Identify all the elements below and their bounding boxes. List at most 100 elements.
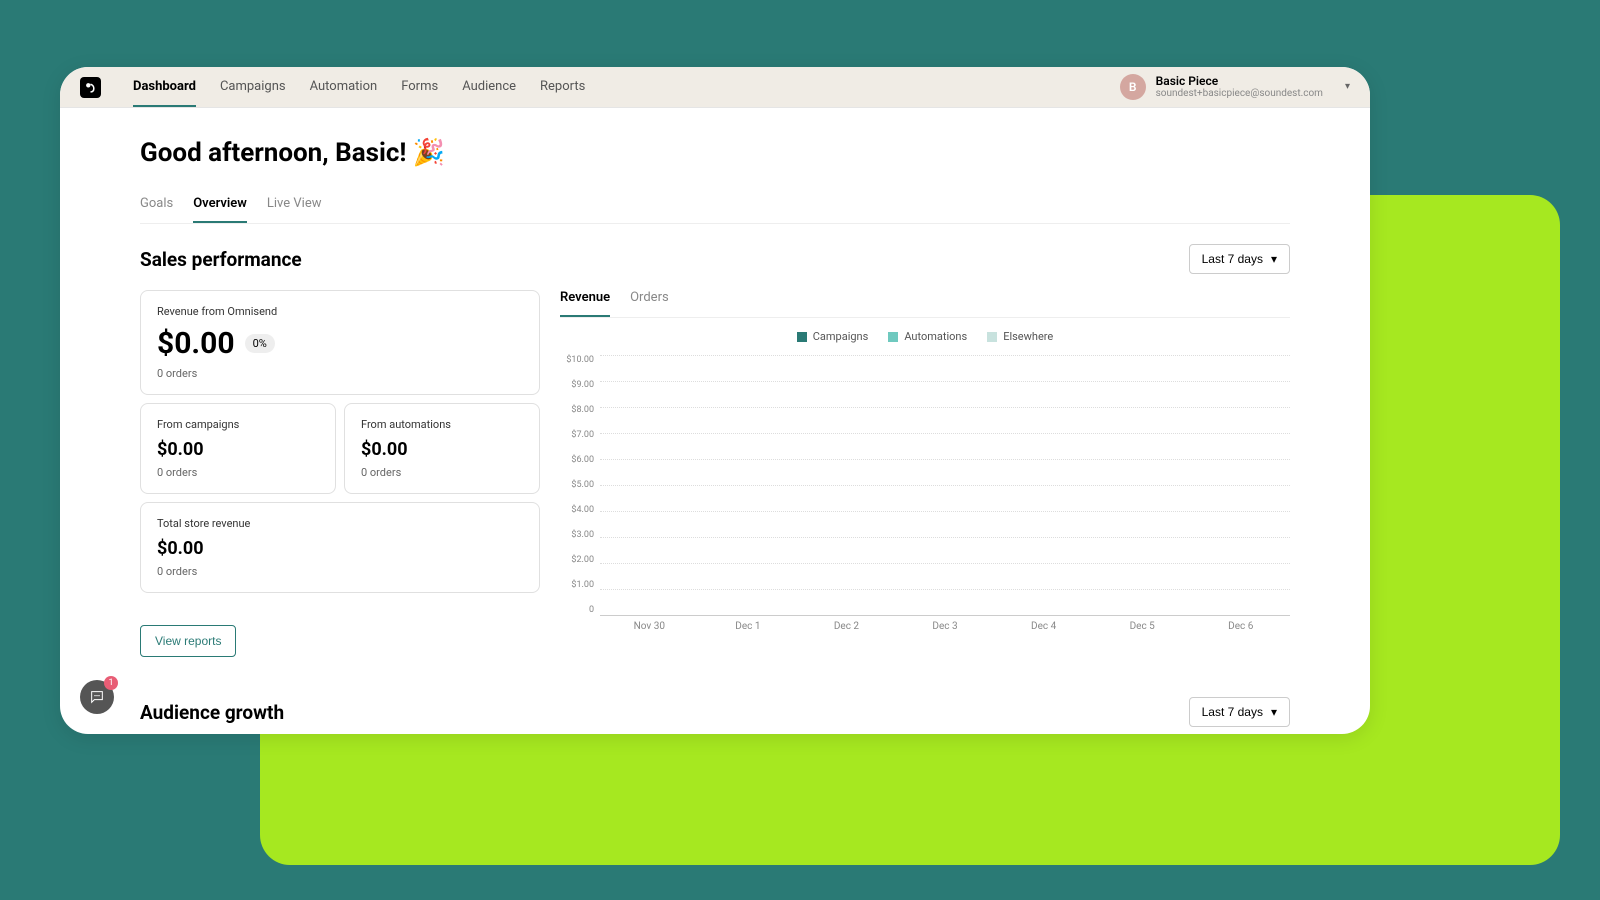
total-store-card: Total store revenue $0.00 0 orders: [140, 502, 540, 593]
tab-goals[interactable]: Goals: [140, 196, 173, 223]
metric-cards-column: Revenue from Omnisend $0.00 0% 0 orders …: [140, 290, 540, 657]
page-title: Good afternoon, Basic! 🎉: [140, 138, 1290, 168]
grid-line: [600, 433, 1290, 434]
chart-tab-orders[interactable]: Orders: [630, 290, 669, 317]
legend-swatch: [797, 332, 807, 342]
card-value: $0.00 0%: [157, 326, 523, 361]
card-orders: 0 orders: [361, 466, 523, 479]
y-tick: $3.00: [560, 530, 594, 540]
sales-section-title: Sales performance: [140, 248, 302, 271]
y-tick: $8.00: [560, 405, 594, 415]
range-label: Last 7 days: [1202, 705, 1263, 719]
y-tick: $10.00: [560, 355, 594, 365]
legend-label: Campaigns: [813, 330, 869, 343]
avatar: B: [1120, 74, 1146, 100]
range-label: Last 7 days: [1202, 252, 1263, 266]
grid-line: [600, 511, 1290, 512]
card-label: From automations: [361, 418, 523, 431]
legend-automations: Automations: [888, 330, 967, 343]
card-orders: 0 orders: [157, 466, 319, 479]
account-text: Basic Piece soundest+basicpiece@soundest…: [1156, 74, 1323, 100]
y-tick: $6.00: [560, 455, 594, 465]
nav-forms[interactable]: Forms: [401, 67, 438, 107]
nav-reports[interactable]: Reports: [540, 67, 585, 107]
y-tick: $9.00: [560, 380, 594, 390]
content: Good afternoon, Basic! 🎉 Goals Overview …: [60, 108, 1370, 734]
app-window: Dashboard Campaigns Automation Forms Aud…: [60, 67, 1370, 734]
grid-line: [600, 615, 1290, 616]
topbar: Dashboard Campaigns Automation Forms Aud…: [60, 67, 1370, 108]
grid-line: [600, 355, 1290, 356]
chart-legend: Campaigns Automations Elsewhere: [560, 330, 1290, 343]
nav-automation[interactable]: Automation: [310, 67, 378, 107]
chart-y-axis: $10.00 $9.00 $8.00 $7.00 $6.00 $5.00 $4.00 $3.0…: [560, 355, 600, 615]
card-value: $0.00: [361, 439, 523, 460]
app-logo[interactable]: [80, 77, 101, 98]
account-email: soundest+basicpiece@soundest.com: [1156, 88, 1323, 100]
legend-label: Elsewhere: [1003, 330, 1053, 343]
y-tick: $4.00: [560, 505, 594, 515]
grid-line: [600, 563, 1290, 564]
chart-body: $10.00 $9.00 $8.00 $7.00 $6.00 $5.00 $4.00 $3.0…: [560, 355, 1290, 615]
revenue-omnisend-card: Revenue from Omnisend $0.00 0% 0 orders: [140, 290, 540, 395]
y-tick: $1.00: [560, 580, 594, 590]
y-tick: $5.00: [560, 480, 594, 490]
legend-label: Automations: [904, 330, 967, 343]
x-tick: Dec 4: [994, 621, 1093, 632]
chart-column: Revenue Orders Campaigns Automations Els…: [560, 290, 1290, 657]
tab-overview[interactable]: Overview: [193, 196, 247, 223]
account-name: Basic Piece: [1156, 74, 1323, 88]
nav-audience[interactable]: Audience: [462, 67, 516, 107]
view-reports-button[interactable]: View reports: [140, 625, 236, 657]
chart-x-axis: Nov 30Dec 1Dec 2Dec 3Dec 4Dec 5Dec 6: [600, 621, 1290, 632]
card-orders: 0 orders: [157, 565, 523, 578]
grid-line: [600, 459, 1290, 460]
tab-live-view[interactable]: Live View: [267, 196, 322, 223]
automations-card: From automations $0.00 0 orders: [344, 403, 540, 494]
nav-dashboard[interactable]: Dashboard: [133, 67, 196, 107]
grid-line: [600, 537, 1290, 538]
x-tick: Dec 1: [699, 621, 798, 632]
chevron-down-icon: ▾: [1345, 81, 1350, 92]
legend-elsewhere: Elsewhere: [987, 330, 1053, 343]
chart-tab-revenue[interactable]: Revenue: [560, 290, 610, 317]
grid-line: [600, 589, 1290, 590]
chart-tabs: Revenue Orders: [560, 290, 1290, 318]
sales-header-row: Sales performance Last 7 days ▾: [140, 244, 1290, 274]
grid-line: [600, 485, 1290, 486]
pct-badge: 0%: [245, 334, 275, 353]
logo-icon: [85, 82, 96, 93]
audience-section: Audience growth Last 7 days ▾: [140, 697, 1290, 727]
grid-line: [600, 407, 1290, 408]
sales-range-button[interactable]: Last 7 days ▾: [1189, 244, 1290, 274]
x-tick: Dec 6: [1191, 621, 1290, 632]
account-menu[interactable]: B Basic Piece soundest+basicpiece@sounde…: [1120, 74, 1350, 100]
y-tick: $7.00: [560, 430, 594, 440]
campaigns-card: From campaigns $0.00 0 orders: [140, 403, 336, 494]
card-value: $0.00: [157, 538, 523, 559]
card-orders: 0 orders: [157, 367, 523, 380]
chat-badge: 1: [104, 676, 118, 690]
legend-swatch: [987, 332, 997, 342]
x-tick: Nov 30: [600, 621, 699, 632]
chart-grid: [600, 355, 1290, 615]
legend-swatch: [888, 332, 898, 342]
chevron-down-icon: ▾: [1271, 705, 1277, 719]
audience-range-button[interactable]: Last 7 days ▾: [1189, 697, 1290, 727]
x-tick: Dec 5: [1093, 621, 1192, 632]
chat-widget-button[interactable]: 1: [80, 680, 114, 714]
y-tick: 0: [560, 605, 594, 615]
x-tick: Dec 2: [797, 621, 896, 632]
y-tick: $2.00: [560, 555, 594, 565]
card-label: Total store revenue: [157, 517, 523, 530]
nav-campaigns[interactable]: Campaigns: [220, 67, 286, 107]
grid-line: [600, 381, 1290, 382]
revenue-value: $0.00: [157, 326, 235, 361]
chat-icon: [89, 689, 105, 705]
audience-section-title: Audience growth: [140, 701, 284, 724]
card-label: Revenue from Omnisend: [157, 305, 523, 318]
legend-campaigns: Campaigns: [797, 330, 869, 343]
sub-tabs: Goals Overview Live View: [140, 196, 1290, 224]
card-value: $0.00: [157, 439, 319, 460]
sales-dashboard-row: Revenue from Omnisend $0.00 0% 0 orders …: [140, 290, 1290, 657]
